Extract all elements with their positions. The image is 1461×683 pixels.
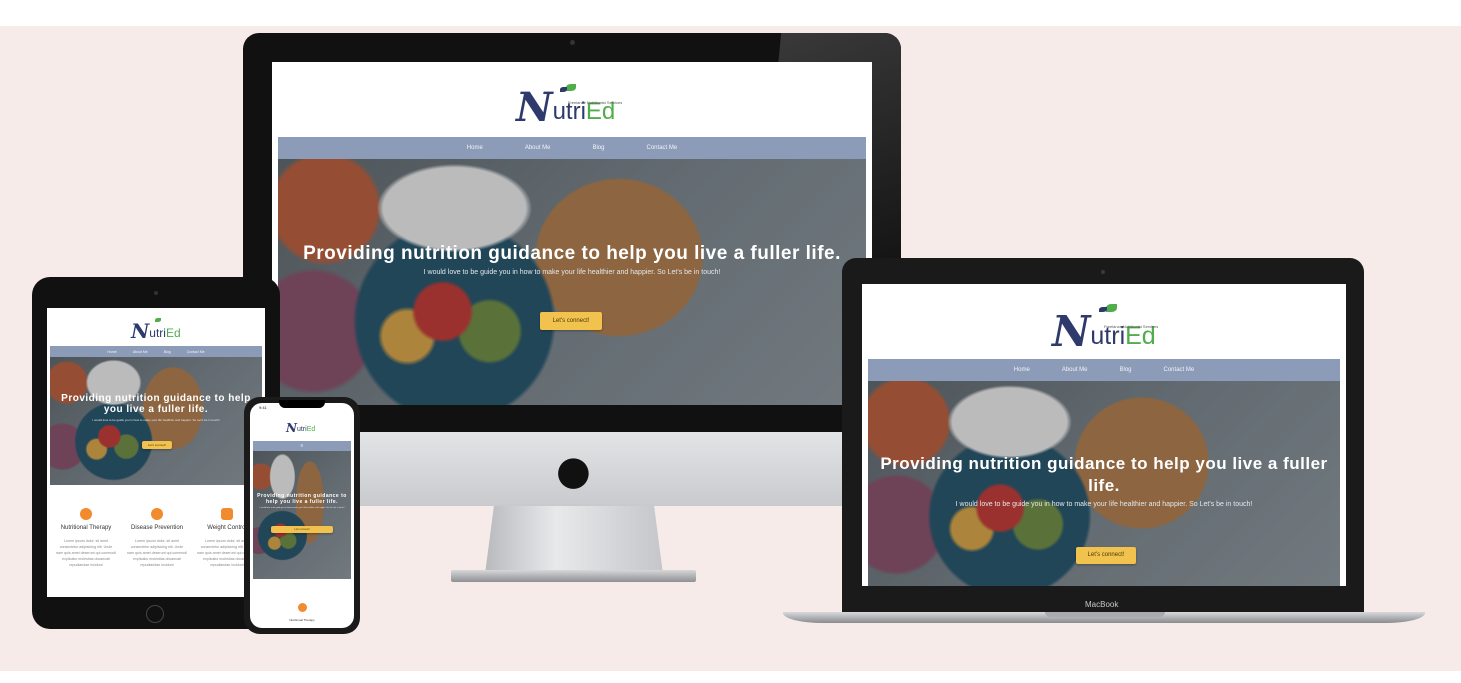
leaf-icon: [560, 87, 567, 92]
nav-home[interactable]: Home: [467, 145, 483, 151]
status-time: 9:41: [259, 405, 267, 410]
nav-blog[interactable]: Blog: [1120, 367, 1132, 373]
nav-contact[interactable]: Contact Me: [1164, 367, 1195, 373]
cta-button[interactable]: Let's connect!: [142, 441, 172, 449]
feature-title: Nutritional Therapy: [60, 525, 112, 531]
apple-icon: [80, 508, 92, 520]
logo-mark: N: [1052, 307, 1091, 356]
nav-about[interactable]: About Me: [1062, 367, 1088, 373]
macbook-screen: N utri Ed Freelance Nutritionist Service…: [862, 284, 1346, 586]
logo-tagline: Freelance Nutritionist Services: [568, 100, 623, 105]
imac-camera: [570, 40, 575, 45]
logo-mark: N: [286, 421, 297, 435]
ipad-screen: N utri Ed Home About Me Blog Contact Me …: [47, 308, 265, 597]
leaf-icon: [1099, 307, 1107, 312]
hero-banner: Providing nutrition guidance to help you…: [868, 381, 1340, 586]
hero-banner: Providing nutrition guidance to help you…: [50, 357, 262, 485]
feature-body: Lorem ipsum dolor, sit amet consectetur …: [56, 539, 116, 567]
macbook-notch: [1045, 612, 1165, 617]
hero-banner: Providing nutrition guidance to help you…: [253, 451, 351, 579]
imac-screen: N utri Ed Freelance Nutritionist Service…: [272, 62, 872, 405]
virus-icon: [151, 508, 163, 520]
hero-heading: Providing nutrition guidance to help you…: [61, 393, 251, 415]
nav-about[interactable]: About Me: [525, 145, 551, 151]
logo-mark: N: [131, 319, 150, 343]
site-navbar: Home About Me Blog Contact Me: [50, 346, 262, 357]
macbook-camera: [1101, 270, 1105, 274]
imac-stand: [485, 506, 663, 574]
apple-icon: [297, 603, 307, 612]
hero-subtext: I would love to be guide you in how to m…: [955, 501, 1253, 508]
feature-nutritional-therapy: Nutritional Therapy: [272, 603, 332, 624]
feature-title: Disease Prevention: [130, 525, 184, 531]
logo-text: utri: [296, 426, 307, 433]
hero-subtext: I would love to be guide you in how to m…: [423, 269, 721, 276]
hero-subtext: I would love to be guide you in how to m…: [92, 418, 220, 422]
macbook-label: MacBook: [1085, 600, 1119, 609]
logo-text-ed: Ed: [306, 426, 316, 433]
feature-disease-prevention: Disease Prevention Lorem ipsum dolor, si…: [127, 508, 187, 568]
nav-home[interactable]: Home: [1014, 367, 1030, 373]
feature-body: Lorem ipsum dolor, sit amet consectetur …: [127, 539, 187, 567]
leaf-icon: [1106, 304, 1117, 312]
hero-heading: Providing nutrition guidance to help you…: [880, 454, 1328, 495]
ipad-camera: [154, 291, 158, 295]
nav-contact[interactable]: Contact Me: [647, 145, 678, 151]
nav-contact[interactable]: Contact Me: [187, 350, 205, 354]
nav-about[interactable]: About Me: [133, 350, 148, 354]
logo-text: utri: [149, 326, 166, 340]
leaf-icon: [566, 84, 576, 91]
site-navbar: Home About Me Blog Contact Me: [278, 137, 866, 159]
ipad-home-button: [146, 605, 164, 623]
apple-logo-icon: ●: [556, 448, 591, 494]
nav-blog[interactable]: Blog: [593, 145, 605, 151]
scale-icon: [221, 508, 233, 520]
hero-heading: Providing nutrition guidance to help you…: [303, 243, 841, 264]
site-logo[interactable]: N utri Ed Freelance Nutritionist Service…: [1052, 304, 1159, 356]
site-logo[interactable]: N utri Ed Freelance Nutritionist Service…: [516, 84, 622, 131]
cta-button[interactable]: Let's connect!: [271, 526, 333, 533]
menu-icon[interactable]: ≡: [301, 443, 304, 449]
site-navbar: Home About Me Blog Contact Me: [868, 359, 1340, 381]
hero-heading: Providing nutrition guidance to help you…: [257, 493, 347, 505]
logo-text-ed: Ed: [165, 326, 181, 340]
iphone-screen: N utri Ed ≡ Providing nutrition guidance…: [250, 403, 354, 628]
logo-tagline: Freelance Nutritionist Services: [1104, 324, 1159, 329]
leaf-icon: [155, 318, 161, 322]
cta-button[interactable]: Let's connect!: [1076, 547, 1136, 564]
site-logo[interactable]: N utri Ed: [286, 421, 315, 435]
hero-subtext: I would love to be guide you in how to m…: [259, 507, 345, 509]
cta-button[interactable]: Let's connect!: [540, 312, 602, 330]
logo-mark: N: [516, 84, 553, 131]
site-navbar: ≡: [253, 441, 351, 451]
iphone-notch: [279, 400, 325, 408]
nav-home[interactable]: Home: [107, 350, 116, 354]
nav-blog[interactable]: Blog: [164, 350, 171, 354]
hero-banner: Providing nutrition guidance to help you…: [278, 159, 866, 405]
site-logo[interactable]: N utri Ed: [131, 318, 181, 342]
feature-title: Nutritional Therapy: [289, 618, 315, 622]
feature-nutritional-therapy: Nutritional Therapy Lorem ipsum dolor, s…: [56, 508, 116, 568]
imac-stand-base: [451, 570, 696, 582]
